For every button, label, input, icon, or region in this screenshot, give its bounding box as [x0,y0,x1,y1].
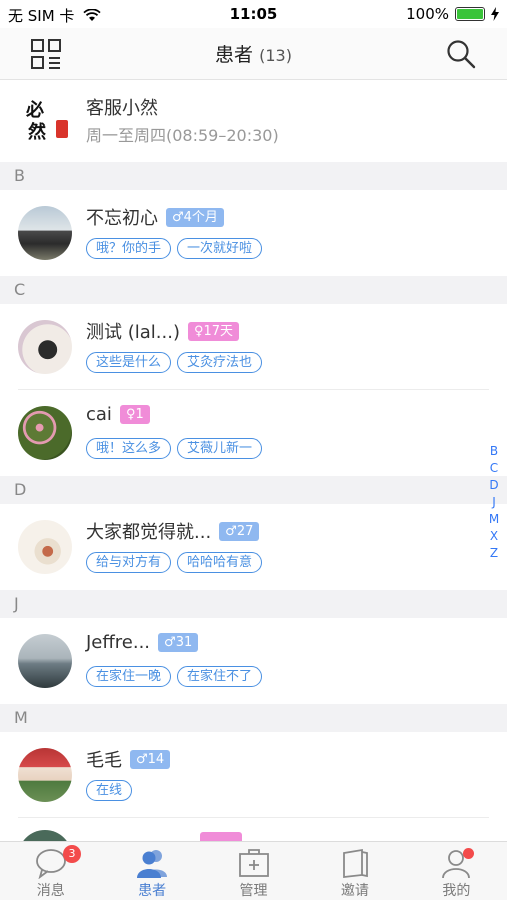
tab-messages[interactable]: 3 消息 [0,842,101,900]
index-letter[interactable]: D [489,477,498,494]
section-header-j: J [0,590,507,618]
avatar [18,406,72,460]
index-letter[interactable]: C [490,460,498,477]
service-hours: 周一至周四(08:59–20:30) [86,126,279,145]
tab-label: 管理 [239,883,268,899]
charging-bolt-icon [491,7,499,21]
symptom-tag: 艾薇儿新一 [177,438,263,459]
service-logo: 必 然 [25,99,68,143]
index-letter[interactable]: Z [490,545,498,562]
tab-label: 患者 [138,883,167,899]
patient-row[interactable]: 大家都觉得就... ♂27 给与对方有 哈哈哈有意 [0,504,507,590]
tab-label: 邀请 [340,883,369,899]
patient-name: 大家都觉得就... [86,522,212,543]
patient-row[interactable]: cai ♀1 哦！这么多 艾薇儿新一 [0,390,507,476]
tab-invite[interactable]: 邀请 [304,842,405,900]
gender-age-badge: ♀17天 [187,321,240,341]
symptom-tag: 在家住一晚 [86,666,172,687]
symptom-tag: 这些是什么 [86,352,172,373]
symptom-tag: 一次就好啦 [177,238,263,259]
avatar [18,748,72,802]
avatar [18,520,72,574]
page-title: 患者 (13) [215,44,292,66]
avatar [18,206,72,260]
gender-age-badge [200,832,242,841]
patient-name: Jeffre... [86,632,151,653]
patient-row-partial[interactable] [0,818,507,841]
status-tag: 在线 [86,780,133,801]
patient-row[interactable]: 测试 (lal...) ♀17天 这些是什么 艾灸疗法也 [0,304,507,390]
symptom-tag: 哦？你的手 [86,238,172,259]
battery-icon [455,7,485,21]
service-name: 客服小然 [86,98,158,119]
gender-age-badge: ♀1 [119,405,150,424]
symptom-tag: 哦！这么多 [86,438,172,459]
invite-book-icon [343,848,368,879]
alphabet-index[interactable]: B C D J M X Z [487,443,501,562]
section-header-d: D [0,476,507,504]
avatar [18,830,72,841]
index-letter[interactable]: J [492,494,496,511]
patient-row[interactable]: 毛毛 ♂14 在线 [0,732,507,818]
tab-patients[interactable]: 患者 [101,842,202,900]
nav-bar: 患者 (13) [0,28,507,80]
tab-profile[interactable]: 我的 [406,842,507,900]
patient-row[interactable]: Jeffre... ♂31 在家住一晚 在家住不了 [0,618,507,704]
index-letter[interactable]: X [490,528,498,545]
section-header-c: C [0,276,507,304]
tab-label: 消息 [36,883,65,899]
customer-service-row[interactable]: 必 然 客服小然 周一至周四(08:59–20:30) [0,80,507,162]
patient-name: 毛毛 [86,750,122,771]
patient-name: 不忘初心 [86,208,158,229]
index-letter[interactable]: M [489,511,499,528]
symptom-tag: 哈哈哈有意 [177,552,263,573]
svg-text:必: 必 [25,99,44,121]
gender-age-badge: ♂27 [219,521,260,541]
notification-dot [462,848,474,859]
status-bar: 无 SIM 卡 11:05 100% [0,0,507,28]
svg-text:然: 然 [28,121,46,143]
gender-age-badge: ♂4个月 [166,207,224,227]
symptom-tag: 给与对方有 [86,552,172,573]
avatar [18,320,72,374]
tab-bar: 3 消息 患者 管理 邀请 我的 [0,841,507,900]
index-letter[interactable]: B [490,443,498,460]
patients-icon [137,850,168,878]
tab-label: 我的 [442,883,471,899]
patient-name: 测试 (lal...) [86,322,180,343]
symptom-tag: 艾灸疗法也 [177,352,263,373]
avatar [18,634,72,688]
gender-age-badge: ♂14 [130,749,171,769]
patient-count: (13) [259,46,292,65]
tab-management[interactable]: 管理 [203,842,304,900]
section-header-b: B [0,162,507,190]
section-header-m: M [0,704,507,732]
battery-percent: 100% [406,5,449,23]
patient-name: cai [86,404,112,425]
search-icon[interactable] [445,38,477,70]
gender-age-badge: ♂31 [158,633,199,652]
symptom-tag: 在家住不了 [177,666,263,687]
unread-badge: 3 [63,845,81,863]
medical-case-icon [238,849,269,877]
patient-row[interactable]: 不忘初心 ♂4个月 哦？你的手 一次就好啦 [0,190,507,276]
